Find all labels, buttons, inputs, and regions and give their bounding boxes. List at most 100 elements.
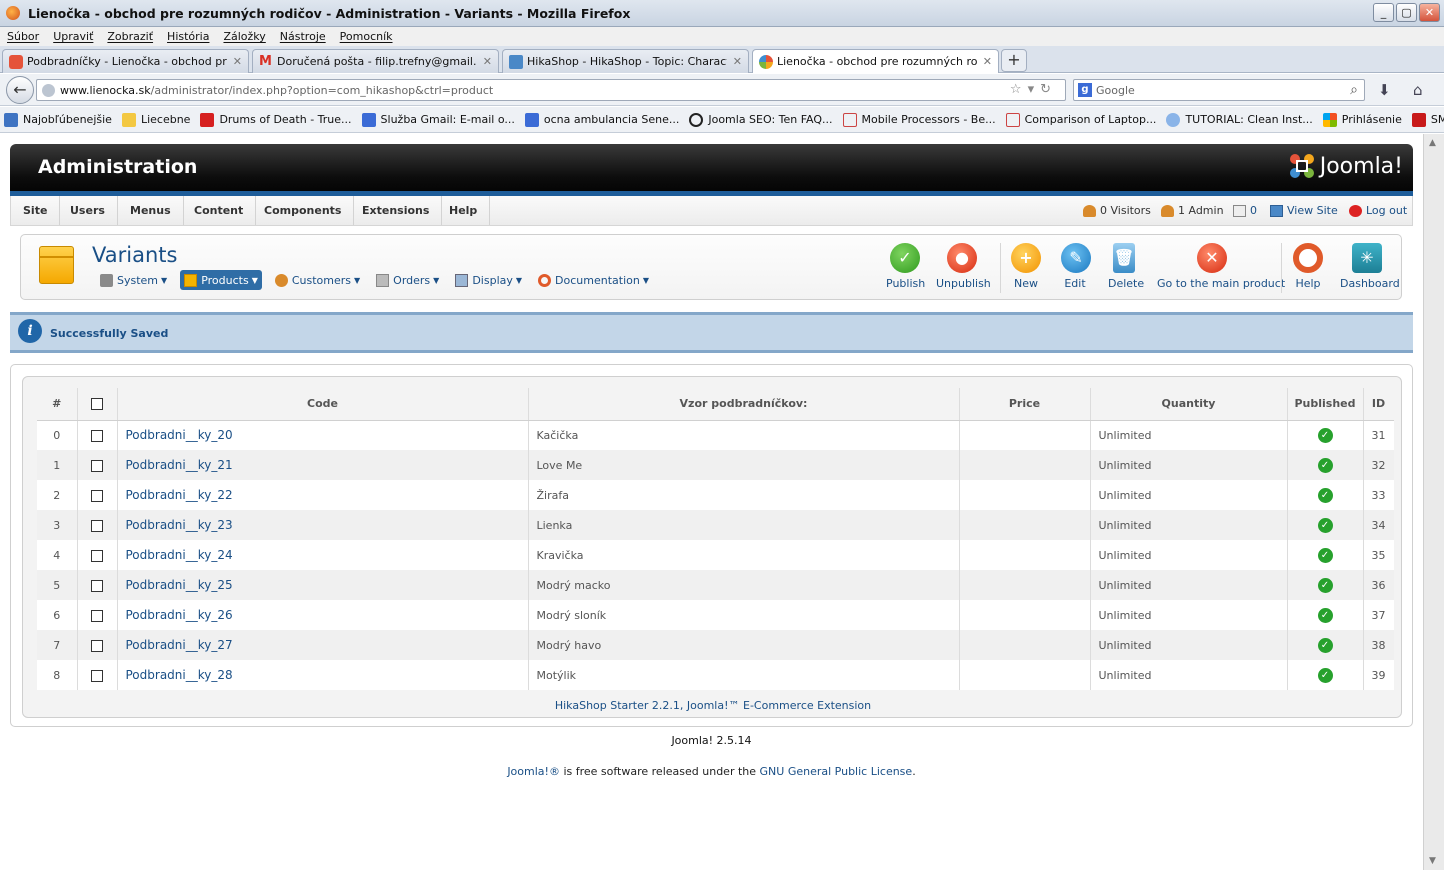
address-bar[interactable]: www.lienocka.sk/administrator/index.php?…: [36, 79, 1066, 101]
bookmark-item[interactable]: Najobľúbenejšie: [4, 112, 112, 127]
row-code-link[interactable]: Podbradni__ky_26: [117, 600, 529, 630]
dropdown-icon[interactable]: ▾: [1028, 82, 1041, 97]
close-tab-icon[interactable]: ✕: [983, 55, 992, 68]
menu-subor[interactable]: Súbor: [7, 30, 39, 43]
bookmark-item[interactable]: Comparison of Laptop...: [1005, 112, 1156, 127]
menu-upravit[interactable]: Upraviť: [53, 30, 93, 43]
menu-zobrazit[interactable]: Zobraziť: [107, 30, 153, 43]
submenu-products[interactable]: Products ▼: [180, 270, 262, 290]
nav-components[interactable]: Components: [252, 196, 355, 225]
row-code-link[interactable]: Podbradni__ky_20: [117, 420, 529, 450]
row-checkbox[interactable]: [91, 489, 103, 502]
row-code-link[interactable]: Podbradni__ky_23: [117, 510, 529, 540]
submenu-documentation[interactable]: Documentation ▼: [535, 270, 652, 290]
table-row[interactable]: 2 Podbradni__ky_22 Žirafa Unlimited ✓ 33: [37, 480, 1394, 510]
help-button[interactable]: Help: [1293, 243, 1323, 290]
bookmark-item[interactable]: Služba Gmail: E-mail o...: [361, 112, 515, 127]
main-product-button[interactable]: ✕ Go to the main product: [1157, 243, 1285, 290]
row-code-link[interactable]: Podbradni__ky_27: [117, 630, 529, 660]
back-button[interactable]: ←: [6, 76, 34, 104]
row-checkbox[interactable]: [91, 429, 103, 442]
menu-nastroje[interactable]: Nástroje: [280, 30, 326, 43]
nav-content[interactable]: Content: [182, 196, 257, 225]
nav-users[interactable]: Users: [58, 196, 118, 225]
edit-button[interactable]: ✎ Edit: [1061, 243, 1091, 290]
bookmark-star-icon[interactable]: ☆: [1010, 82, 1028, 97]
new-button[interactable]: + New: [1011, 243, 1041, 290]
search-box[interactable]: g Google ⌕: [1073, 79, 1365, 101]
close-tab-icon[interactable]: ✕: [483, 55, 492, 68]
maximize-button[interactable]: ▢: [1396, 3, 1417, 22]
row-code-link[interactable]: Podbradni__ky_21: [117, 450, 529, 480]
bookmark-item[interactable]: ocna ambulancia Sene...: [524, 112, 679, 127]
table-row[interactable]: 3 Podbradni__ky_23 Lienka Unlimited ✓ 34: [37, 510, 1394, 540]
published-check-icon[interactable]: ✓: [1317, 607, 1333, 623]
close-window-button[interactable]: ✕: [1419, 3, 1440, 22]
messages-status[interactable]: 0: [1233, 196, 1257, 225]
submenu-orders[interactable]: Orders ▼: [373, 270, 442, 290]
table-row[interactable]: 6 Podbradni__ky_26 Modrý sloník Unlimited ✓ 3…: [37, 600, 1394, 630]
browser-tab-hikashop[interactable]: HikaShop - HikaShop - Topic: Characteris…: [502, 49, 749, 73]
row-checkbox[interactable]: [91, 549, 103, 562]
home-icon[interactable]: ⌂: [1413, 81, 1423, 99]
new-tab-button[interactable]: +: [1001, 49, 1027, 72]
minimize-button[interactable]: _: [1373, 3, 1394, 22]
check-all-checkbox[interactable]: [91, 398, 103, 411]
row-checkbox[interactable]: [91, 669, 103, 682]
nav-help[interactable]: Help: [437, 196, 491, 225]
bookmark-item[interactable]: TUTORIAL: Clean Inst...: [1166, 112, 1313, 127]
submenu-display[interactable]: Display ▼: [452, 270, 525, 290]
hikashop-credit-link[interactable]: HikaShop Starter 2.2.1, Joomla!™ E-Comme…: [23, 699, 1403, 712]
publish-button[interactable]: ✓ Publish: [886, 243, 925, 290]
row-code-link[interactable]: Podbradni__ky_22: [117, 480, 529, 510]
browser-tab-lienocka-active[interactable]: Lienočka - obchod pre rozumných rodičov.…: [752, 49, 999, 73]
row-code-link[interactable]: Podbradni__ky_24: [117, 540, 529, 570]
nav-extensions[interactable]: Extensions: [350, 196, 443, 225]
published-check-icon[interactable]: ✓: [1317, 577, 1333, 593]
row-code-link[interactable]: Podbradni__ky_28: [117, 660, 529, 690]
bookmark-item[interactable]: Liecebne: [121, 112, 190, 127]
row-checkbox[interactable]: [91, 609, 103, 622]
nav-site[interactable]: Site: [11, 196, 61, 225]
page-scrollbar[interactable]: ▲ ▼: [1423, 134, 1444, 870]
menu-pomocnik[interactable]: Pomocník: [340, 30, 393, 43]
joomla-link[interactable]: Joomla!®: [507, 765, 560, 778]
row-checkbox[interactable]: [91, 579, 103, 592]
bookmark-item[interactable]: Prihlásenie: [1322, 112, 1402, 127]
row-checkbox[interactable]: [91, 519, 103, 532]
reload-icon[interactable]: ↻: [1040, 82, 1057, 97]
published-check-icon[interactable]: ✓: [1317, 517, 1333, 533]
published-check-icon[interactable]: ✓: [1317, 427, 1333, 443]
close-tab-icon[interactable]: ✕: [733, 55, 742, 68]
close-tab-icon[interactable]: ✕: [233, 55, 242, 68]
magnifier-icon[interactable]: ⌕: [1350, 82, 1358, 98]
logout-link[interactable]: Log out: [1349, 196, 1407, 225]
col-code[interactable]: Code: [117, 388, 529, 421]
published-check-icon[interactable]: ✓: [1317, 667, 1333, 683]
table-row[interactable]: 7 Podbradni__ky_27 Modrý havo Unlimited ✓ 38: [37, 630, 1394, 660]
published-check-icon[interactable]: ✓: [1317, 457, 1333, 473]
table-row[interactable]: 8 Podbradni__ky_28 Motýlik Unlimited ✓ 39: [37, 660, 1394, 690]
submenu-system[interactable]: System ▼: [97, 270, 170, 290]
row-code-link[interactable]: Podbradni__ky_25: [117, 570, 529, 600]
scroll-up-icon[interactable]: ▲: [1429, 138, 1436, 148]
table-row[interactable]: 5 Podbradni__ky_25 Modrý macko Unlimited ✓ 36: [37, 570, 1394, 600]
table-row[interactable]: 1 Podbradni__ky_21 Love Me Unlimited ✓ 32: [37, 450, 1394, 480]
submenu-customers[interactable]: Customers ▼: [272, 270, 363, 290]
row-checkbox[interactable]: [91, 639, 103, 652]
delete-button[interactable]: 🗑 Delete: [1108, 243, 1144, 290]
scroll-down-icon[interactable]: ▼: [1429, 856, 1436, 866]
bookmark-item[interactable]: Drums of Death - True...: [200, 112, 352, 127]
download-icon[interactable]: ⬇: [1378, 81, 1391, 99]
view-site-link[interactable]: View Site: [1270, 196, 1338, 225]
row-checkbox[interactable]: [91, 459, 103, 472]
browser-tab-gmail[interactable]: M Doručená pošta - filip.trefny@gmail.co…: [252, 49, 499, 73]
nav-menus[interactable]: Menus: [118, 196, 184, 225]
bookmark-item[interactable]: Joomla SEO: Ten FAQ...: [689, 112, 833, 127]
published-check-icon[interactable]: ✓: [1317, 637, 1333, 653]
table-row[interactable]: 0 Podbradni__ky_20 Kačička Unlimited ✓ 31: [37, 420, 1394, 450]
published-check-icon[interactable]: ✓: [1317, 487, 1333, 503]
gpl-link[interactable]: GNU General Public License: [760, 765, 913, 778]
menu-historia[interactable]: História: [167, 30, 209, 43]
bookmark-item[interactable]: Mobile Processors - Be...: [842, 112, 996, 127]
